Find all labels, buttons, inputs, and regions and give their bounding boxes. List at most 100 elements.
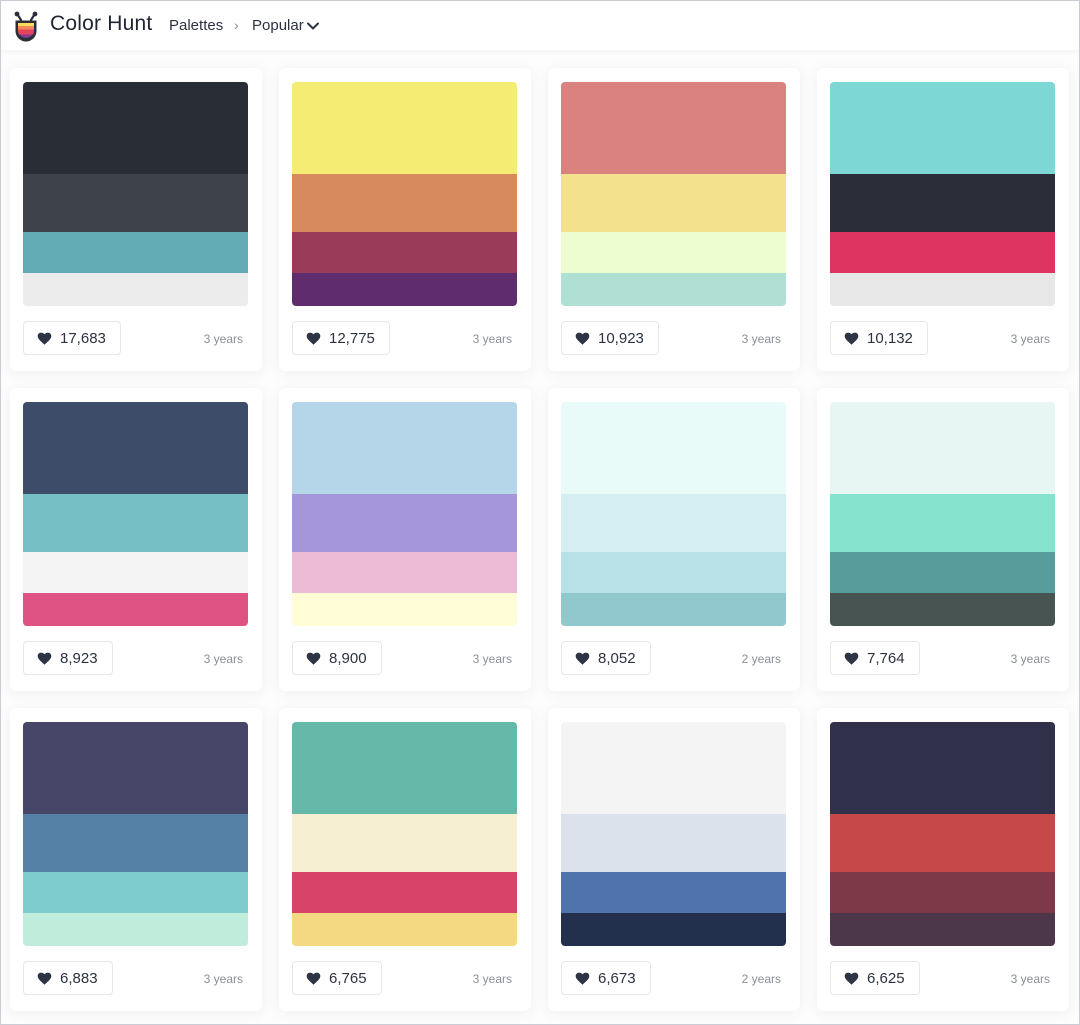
chevron-down-icon[interactable] [306,21,320,31]
palette-swatches[interactable] [23,722,248,946]
swatch[interactable] [561,593,786,626]
breadcrumb-palettes[interactable]: Palettes [169,17,223,34]
swatch[interactable] [561,174,786,232]
swatch[interactable] [561,402,786,494]
swatch[interactable] [292,722,517,814]
swatch[interactable] [23,872,248,913]
swatch[interactable] [292,273,517,306]
palette-age: 3 years [1010,652,1050,666]
swatch[interactable] [292,494,517,552]
heart-icon [575,652,590,665]
swatch[interactable] [23,593,248,626]
like-button[interactable]: 10,132 [830,321,928,355]
swatch[interactable] [292,82,517,174]
swatch[interactable] [830,402,1055,494]
swatch[interactable] [830,593,1055,626]
swatch[interactable] [561,722,786,814]
swatch[interactable] [23,814,248,872]
color-hunt-logo-icon[interactable] [12,11,40,42]
swatch[interactable] [292,872,517,913]
palette-card: 17,683 3 years [10,68,262,371]
like-button[interactable]: 6,625 [830,961,920,995]
swatch[interactable] [292,174,517,232]
brand-name[interactable]: Color Hunt [50,12,152,36]
swatch[interactable] [292,402,517,494]
like-button[interactable]: 10,923 [561,321,659,355]
palette-swatches[interactable] [830,402,1055,626]
palette-card: 6,625 3 years [817,708,1069,1011]
palette-swatches[interactable] [561,82,786,306]
palette-age: 3 years [472,332,512,346]
heart-icon [37,972,52,985]
swatch[interactable] [561,232,786,273]
palette-swatches[interactable] [561,402,786,626]
swatch[interactable] [23,402,248,494]
swatch[interactable] [561,913,786,946]
swatch[interactable] [292,593,517,626]
like-button[interactable]: 6,883 [23,961,113,995]
palette-swatches[interactable] [292,722,517,946]
swatch[interactable] [830,82,1055,174]
like-count: 10,132 [867,329,913,347]
heart-icon [306,652,321,665]
like-button[interactable]: 8,923 [23,641,113,675]
swatch[interactable] [830,722,1055,814]
palette-card: 8,900 3 years [279,388,531,691]
palette-swatches[interactable] [561,722,786,946]
swatch[interactable] [830,232,1055,273]
swatch[interactable] [561,273,786,306]
like-button[interactable]: 17,683 [23,321,121,355]
like-count: 6,625 [867,969,905,987]
swatch[interactable] [23,722,248,814]
like-button[interactable]: 12,775 [292,321,390,355]
swatch[interactable] [561,82,786,174]
palette-age: 3 years [741,332,781,346]
swatch[interactable] [292,814,517,872]
swatch[interactable] [561,552,786,593]
palette-swatches[interactable] [830,722,1055,946]
swatch[interactable] [292,913,517,946]
swatch[interactable] [292,232,517,273]
swatch[interactable] [830,913,1055,946]
like-count: 12,775 [329,329,375,347]
palette-swatches[interactable] [23,402,248,626]
palette-swatches[interactable] [23,82,248,306]
palette-swatches[interactable] [292,402,517,626]
swatch[interactable] [23,913,248,946]
palette-age: 3 years [203,972,243,986]
swatch[interactable] [830,273,1055,306]
swatch[interactable] [23,494,248,552]
popular-dropdown[interactable]: Popular [252,17,304,34]
palette-card: 12,775 3 years [279,68,531,371]
swatch[interactable] [23,232,248,273]
like-count: 8,923 [60,649,98,667]
swatch[interactable] [830,174,1055,232]
swatch[interactable] [292,552,517,593]
like-button[interactable]: 6,765 [292,961,382,995]
palette-age: 3 years [1010,332,1050,346]
like-button[interactable]: 8,900 [292,641,382,675]
palette-swatches[interactable] [830,82,1055,306]
heart-icon [37,332,52,345]
swatch[interactable] [23,82,248,174]
swatch[interactable] [23,174,248,232]
swatch[interactable] [561,872,786,913]
swatch[interactable] [830,494,1055,552]
palette-swatches[interactable] [292,82,517,306]
like-button[interactable]: 6,673 [561,961,651,995]
heart-icon [37,652,52,665]
heart-icon [306,332,321,345]
swatch[interactable] [561,814,786,872]
swatch[interactable] [830,814,1055,872]
palette-age: 2 years [741,652,781,666]
swatch[interactable] [23,273,248,306]
like-button[interactable]: 7,764 [830,641,920,675]
swatch[interactable] [561,494,786,552]
palette-age: 3 years [1010,972,1050,986]
swatch[interactable] [830,552,1055,593]
like-count: 6,673 [598,969,636,987]
top-bar: Color Hunt Palettes › Popular [0,0,1080,50]
like-button[interactable]: 8,052 [561,641,651,675]
swatch[interactable] [23,552,248,593]
swatch[interactable] [830,872,1055,913]
